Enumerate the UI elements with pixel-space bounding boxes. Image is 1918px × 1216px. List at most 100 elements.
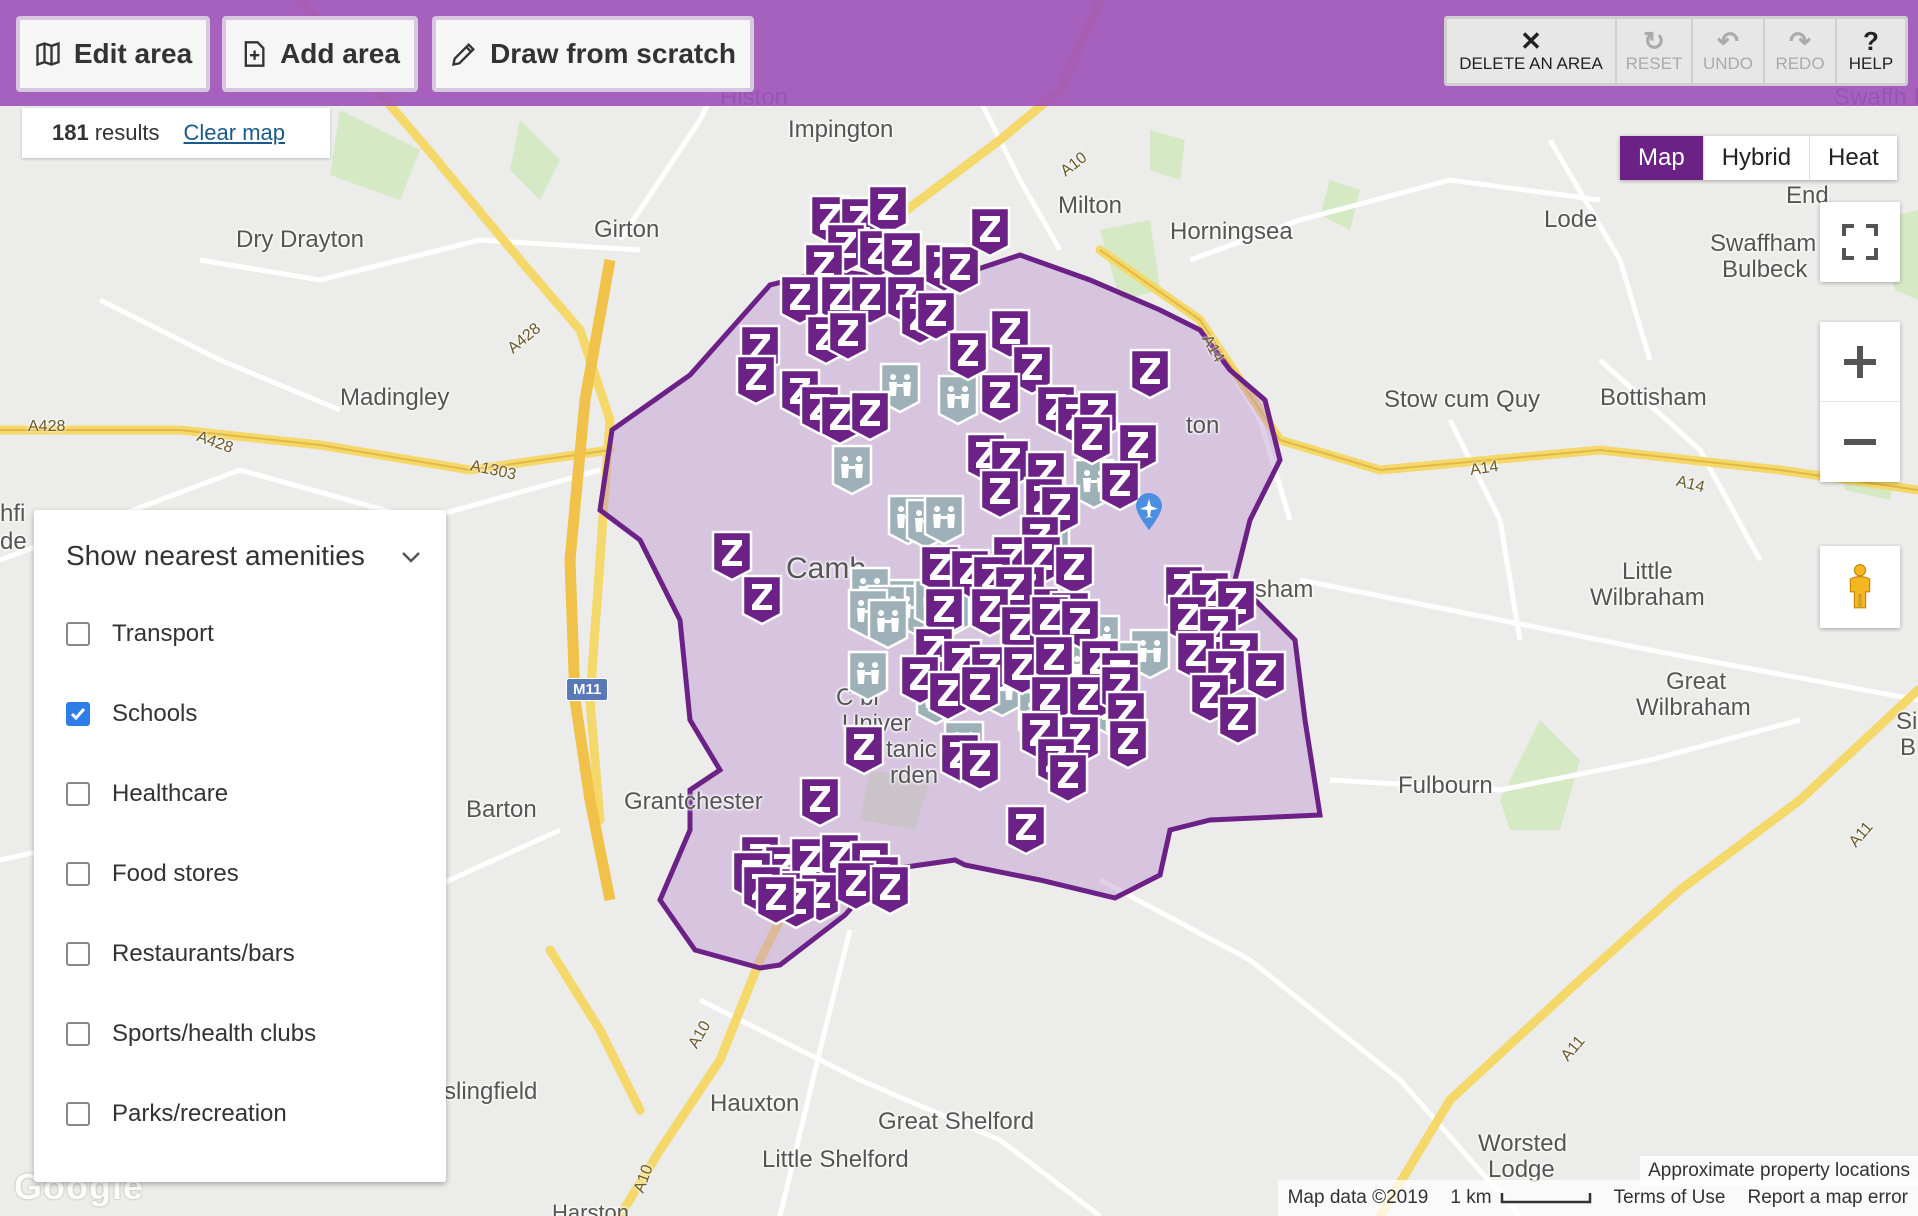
place-lode: Lode — [1544, 206, 1598, 233]
amenity-checkbox[interactable] — [66, 862, 90, 886]
property-marker[interactable] — [979, 372, 1021, 424]
property-marker[interactable] — [1071, 414, 1113, 466]
airport-icon — [1136, 493, 1162, 530]
zoom-in-button[interactable] — [1820, 322, 1900, 402]
map-type-map[interactable]: Map — [1620, 136, 1703, 180]
amenity-checkbox[interactable] — [66, 622, 90, 646]
property-marker[interactable] — [1129, 348, 1171, 400]
undo-label: UNDO — [1702, 54, 1754, 73]
zoom-out-icon — [1844, 439, 1876, 445]
results-bar: 181 results Clear map — [22, 108, 330, 158]
edit-area-button[interactable]: Edit area — [16, 16, 210, 92]
amenity-option-parks-recreation[interactable]: Parks/recreation — [66, 1100, 287, 1128]
school-marker[interactable] — [847, 650, 889, 702]
clear-map-link[interactable]: Clear map — [184, 120, 285, 146]
place-botanic-3: tanic — [886, 736, 937, 763]
amenity-option-restaurants-bars[interactable]: Restaurants/bars — [66, 940, 295, 968]
redo-button[interactable]: ↷ REDO — [1765, 19, 1837, 83]
add-area-button[interactable]: Add area — [222, 16, 418, 92]
undo-icon: ↶ — [1717, 26, 1739, 56]
area-toolbar: Edit area Add area Draw from scratch ✕ D… — [0, 0, 1918, 106]
map-type-heat[interactable]: Heat — [1809, 136, 1897, 180]
amenity-label: Schools — [112, 700, 198, 727]
close-icon: ✕ — [1520, 26, 1542, 56]
place-grantchester: Grantchester — [624, 788, 763, 815]
property-marker[interactable] — [755, 874, 797, 926]
school-marker[interactable] — [867, 598, 909, 650]
map-type-toggle: Map Hybrid Heat — [1620, 136, 1897, 180]
map-type-hybrid[interactable]: Hybrid — [1702, 136, 1810, 180]
property-marker[interactable] — [735, 354, 777, 406]
place-swaffham-bulbeck-2: Bulbeck — [1722, 256, 1808, 283]
place-botanic-4: rden — [890, 762, 939, 789]
amenity-checkbox[interactable] — [66, 1102, 90, 1126]
amenity-option-transport[interactable]: Transport — [66, 620, 214, 648]
place-dry-drayton: Dry Drayton — [236, 226, 365, 253]
reset-label: RESET — [1625, 54, 1683, 73]
place-madingley: Madingley — [340, 384, 450, 411]
zoom-out-button[interactable] — [1820, 402, 1900, 482]
reset-button[interactable]: ↻ RESET — [1617, 19, 1693, 83]
zoom-in-icon — [1844, 345, 1876, 378]
place-hardwick-2: de — [0, 528, 27, 555]
place-horningsea: Horningsea — [1170, 218, 1293, 245]
property-marker[interactable] — [969, 206, 1011, 258]
pencil-icon — [452, 43, 476, 66]
redo-icon: ↷ — [1789, 26, 1811, 56]
amenities-title: Show nearest amenities — [66, 540, 365, 571]
amenity-option-healthcare[interactable]: Healthcare — [66, 780, 228, 808]
draw-from-scratch-button[interactable]: Draw from scratch — [432, 16, 754, 92]
report-map-error-link[interactable]: Report a map error — [1747, 1187, 1908, 1209]
amenity-option-food-stores[interactable]: Food stores — [66, 860, 239, 888]
place-little-shelford: Little Shelford — [762, 1146, 909, 1173]
property-marker[interactable] — [1217, 694, 1259, 746]
property-marker[interactable] — [799, 776, 841, 828]
amenity-label: Restaurants/bars — [112, 940, 295, 967]
scale-label: 1 km — [1450, 1187, 1492, 1208]
place-worsted-lodge-1: Worsted — [1478, 1130, 1567, 1157]
zoom-controls — [1820, 322, 1900, 482]
property-marker[interactable] — [741, 574, 783, 626]
place-hardwick-1: hfi — [0, 500, 26, 527]
amenity-option-schools[interactable]: Schools — [66, 700, 197, 728]
help-button[interactable]: ? HELP — [1837, 19, 1905, 83]
property-marker[interactable] — [979, 468, 1021, 520]
place-haslingfield: slingfield — [444, 1078, 538, 1105]
amenity-option-sports-health-clubs[interactable]: Sports/health clubs — [66, 1020, 316, 1048]
amenities-panel: Show nearest amenities Transport Schools H… — [34, 510, 446, 1182]
place-hauxton: Hauxton — [710, 1090, 800, 1117]
property-marker[interactable] — [849, 390, 891, 442]
place-fulbourn: Fulbourn — [1398, 772, 1493, 799]
fullscreen-button[interactable] — [1820, 202, 1900, 282]
property-marker[interactable] — [1005, 804, 1047, 856]
delete-area-button[interactable]: ✕ DELETE AN AREA — [1447, 19, 1617, 83]
property-marker[interactable] — [1047, 752, 1089, 804]
place-little-wilbraham-2: Wilbraham — [1590, 584, 1705, 611]
amenity-checkbox[interactable] — [66, 702, 90, 726]
property-marker[interactable] — [1107, 718, 1149, 770]
school-marker[interactable] — [831, 444, 873, 496]
undo-button[interactable]: ↶ UNDO — [1693, 19, 1765, 83]
terms-of-use-link[interactable]: Terms of Use — [1614, 1187, 1726, 1209]
place-little-wilbraham-1: Little — [1622, 558, 1673, 585]
place-girton: Girton — [594, 216, 660, 243]
place-fen-ditton: ton — [1186, 412, 1220, 439]
map-data-credit: Map data ©2019 — [1287, 1187, 1429, 1208]
amenity-checkbox[interactable] — [66, 782, 90, 806]
results-label: results — [94, 120, 160, 145]
place-be: B — [1900, 734, 1917, 761]
property-marker[interactable] — [959, 664, 1001, 716]
add-area-icon — [244, 41, 265, 67]
place-barton: Barton — [466, 796, 537, 823]
place-si: Si — [1896, 708, 1918, 735]
property-marker[interactable] — [869, 864, 911, 916]
school-marker[interactable] — [923, 494, 965, 546]
chevron-down-icon[interactable] — [400, 546, 422, 568]
edit-area-label: Edit area — [73, 38, 193, 69]
property-marker[interactable] — [827, 310, 869, 362]
amenity-checkbox[interactable] — [66, 1022, 90, 1046]
property-marker[interactable] — [959, 740, 1001, 792]
street-view-button[interactable] — [1820, 546, 1900, 628]
amenity-checkbox[interactable] — [66, 942, 90, 966]
property-marker[interactable] — [843, 724, 885, 776]
